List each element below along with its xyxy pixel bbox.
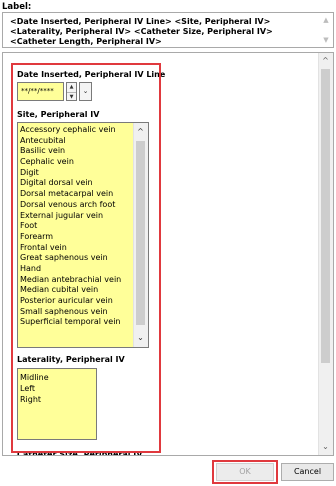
laterality-option[interactable]: Midline: [20, 372, 49, 383]
triangle-up-icon[interactable]: ▲: [67, 83, 76, 91]
laterality-listbox[interactable]: Midline Left Right: [17, 368, 97, 440]
site-scrollbar[interactable]: ^ ⌄: [133, 123, 148, 347]
site-listbox[interactable]: Accessory cephalic vein Antecubital Basi…: [17, 122, 149, 348]
site-option[interactable]: Small saphenous vein: [20, 307, 134, 318]
label-preview-box: <Date Inserted, Peripheral IV Line> <Sit…: [2, 12, 334, 48]
site-option[interactable]: Hand: [20, 264, 134, 275]
site-option[interactable]: Dorsal venous arch foot: [20, 200, 134, 211]
site-option[interactable]: Median cubital vein: [20, 285, 134, 296]
date-spinner[interactable]: ▲ ▼: [66, 82, 77, 101]
label-caption: Label:: [2, 2, 32, 12]
catheter-size-label: Catheter Size, Peripheral IV: [17, 450, 143, 455]
triangle-down-icon[interactable]: ▼: [67, 92, 76, 101]
site-option[interactable]: Accessory cephalic vein: [20, 125, 134, 136]
site-scroll-thumb[interactable]: [136, 141, 145, 325]
laterality-option[interactable]: Left: [20, 383, 49, 394]
form-scroll-thumb[interactable]: [321, 69, 330, 363]
site-option[interactable]: Antecubital: [20, 136, 134, 147]
label-scroll-down-icon[interactable]: ▼: [321, 35, 331, 45]
site-option[interactable]: Posterior auricular vein: [20, 296, 134, 307]
site-option[interactable]: Great saphenous vein: [20, 253, 134, 264]
laterality-option[interactable]: Right: [20, 394, 49, 405]
form-scroll-down-icon[interactable]: ⌄: [319, 441, 332, 453]
label-scroll-up-icon[interactable]: ▲: [321, 15, 331, 25]
date-dropdown-button[interactable]: ⌄: [79, 82, 92, 101]
site-option[interactable]: Digital dorsal vein: [20, 178, 134, 189]
site-option[interactable]: Superficial temporal vein: [20, 317, 134, 328]
site-option[interactable]: Basilic vein: [20, 146, 134, 157]
date-inserted-input[interactable]: **/**/****: [17, 82, 64, 101]
form-scrollbar[interactable]: ^ ⌄: [318, 53, 333, 455]
site-option[interactable]: Median antebrachial vein: [20, 275, 134, 286]
chevron-up-icon[interactable]: ^: [134, 126, 147, 138]
label-preview-text: <Date Inserted, Peripheral IV Line> <Sit…: [10, 17, 273, 46]
chevron-down-icon[interactable]: ⌄: [134, 332, 147, 344]
laterality-label: Laterality, Peripheral IV: [17, 355, 125, 364]
site-option[interactable]: Forearm: [20, 232, 134, 243]
chevron-down-icon: ⌄: [82, 87, 89, 95]
site-option[interactable]: Cephalic vein: [20, 157, 134, 168]
cancel-button[interactable]: Cancel: [281, 463, 334, 481]
site-label: Site, Peripheral IV: [17, 110, 100, 119]
date-inserted-label: Date Inserted, Peripheral IV Line: [17, 70, 166, 79]
ok-button[interactable]: OK: [216, 463, 274, 481]
site-option[interactable]: Foot: [20, 221, 134, 232]
site-option[interactable]: Frontal vein: [20, 243, 134, 254]
site-option[interactable]: Dorsal metacarpal vein: [20, 189, 134, 200]
site-option[interactable]: Digit: [20, 168, 134, 179]
form-scroll-up-icon[interactable]: ^: [319, 55, 332, 67]
site-option[interactable]: External jugular vein: [20, 211, 134, 222]
